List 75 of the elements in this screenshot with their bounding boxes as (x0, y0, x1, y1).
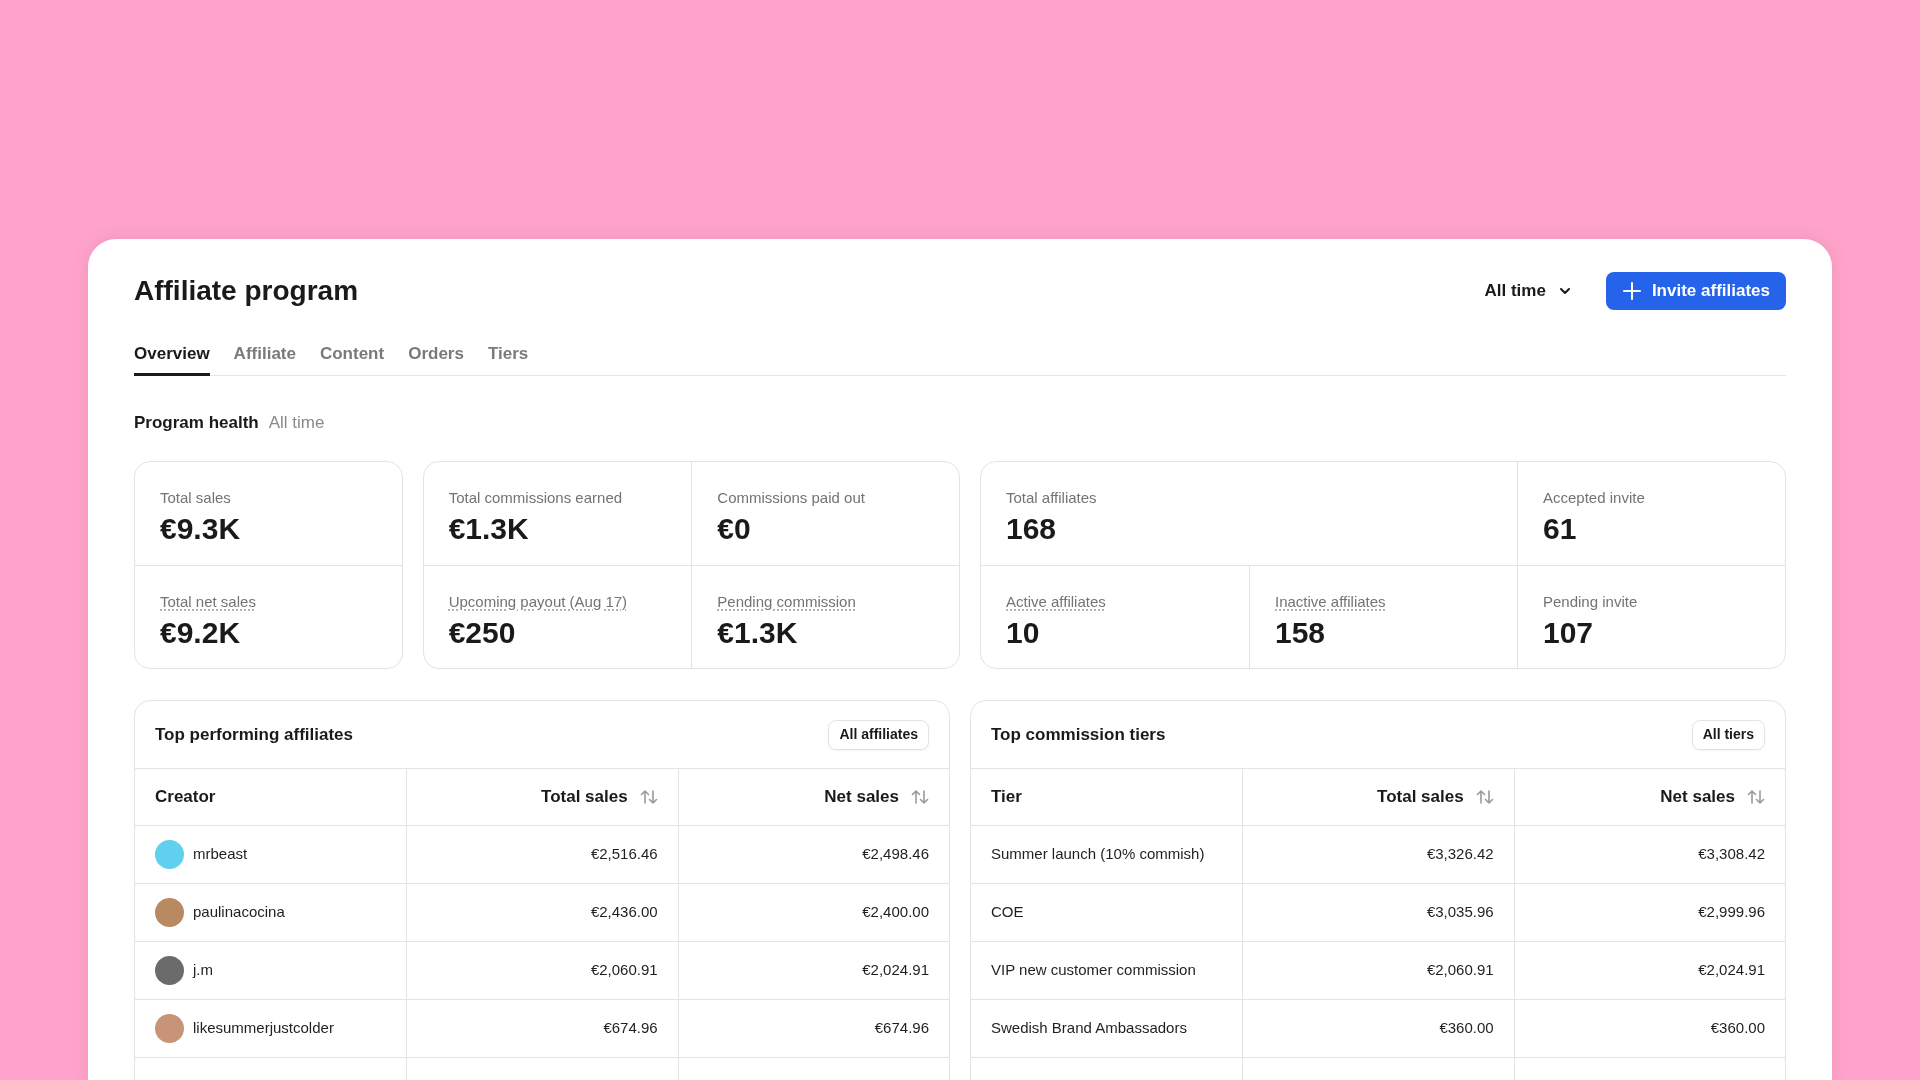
view-all-button[interactable]: All affiliates (828, 719, 929, 750)
table-cell-text: €2,498.46 (862, 844, 929, 865)
stat-value: 158 (1275, 614, 1327, 651)
invite-button[interactable]: Invite affiliates (1605, 272, 1786, 310)
stat-label: Total commissions earned (448, 488, 623, 508)
stat-value: 168 (1006, 510, 1058, 547)
stat-value: €1.3K (448, 510, 530, 547)
table-cell-text: €2,024.91 (1698, 960, 1765, 981)
table-cell-text: €2,060.91 (590, 960, 658, 981)
avatar (155, 956, 184, 985)
column-header[interactable]: Net sales (824, 784, 929, 810)
avatar (155, 840, 184, 869)
table-cell-text: COE (991, 902, 1024, 923)
stat-value: 107 (1543, 614, 1595, 651)
stat-value: €9.2K (160, 614, 242, 651)
table-cell-text: €3,326.42 (1426, 844, 1494, 865)
stat-value: 61 (1543, 510, 1578, 547)
tab[interactable]: Tiers (487, 341, 529, 376)
stat-label: Total net sales (160, 592, 256, 612)
stat-label: Total affiliates (1006, 488, 1097, 508)
table-cell-text: €2,999.96 (1698, 902, 1765, 923)
table-cell-text: €674.96 (603, 1018, 658, 1039)
sort-icon (1475, 790, 1494, 804)
tab[interactable]: Orders (408, 341, 464, 376)
stat-value: €0 (717, 510, 752, 547)
table-cell-text: €360.00 (1710, 1018, 1765, 1039)
stat-label: Pending commission (717, 592, 856, 612)
view-all-button[interactable]: All tiers (1691, 719, 1765, 750)
stat-label: Commissions paid out (717, 488, 865, 508)
section-subtitle: All time (268, 411, 325, 434)
stat-label: Upcoming payout (Aug 17) (448, 592, 628, 612)
stat-label: Pending invite (1543, 592, 1638, 612)
stat-value: €250 (448, 614, 517, 651)
table-cell-text: €2,516.46 (590, 844, 658, 865)
table-cell-text: €2,060.91 (1426, 960, 1494, 981)
plus-icon (1621, 281, 1642, 301)
table-cell-text: €2,024.91 (862, 960, 929, 981)
column-header[interactable]: Creator (155, 784, 216, 810)
table-cell-text: VIP new customer commission (991, 960, 1196, 981)
section-title: Program health (134, 411, 259, 434)
sort-icon (639, 790, 658, 804)
column-header[interactable]: Total sales (541, 784, 658, 810)
stat-value: €9.3K (160, 510, 242, 547)
table-cell-text: €674.96 (874, 1018, 929, 1039)
table-cell-text: €360.00 (1439, 1018, 1494, 1039)
stat-label: Accepted invite (1543, 488, 1645, 508)
tab[interactable]: Overview (134, 341, 210, 376)
table-cell-text: €2,400.00 (862, 902, 929, 923)
stat-value: 10 (1006, 614, 1041, 651)
sort-icon (911, 790, 929, 804)
table-cell-text: likesummerjustcolder (193, 1018, 334, 1039)
page-title: Affiliate program (134, 274, 359, 308)
stat-label: Total sales (160, 488, 231, 508)
tab[interactable]: Affiliate (233, 341, 296, 376)
table-title: Top commission tiers (991, 723, 1166, 746)
column-header[interactable]: Total sales (1377, 784, 1494, 810)
period-dropdown[interactable]: All time (1484, 278, 1572, 304)
table-cell-text: j.m (193, 960, 213, 981)
avatar (155, 898, 184, 927)
table-cell-text: €3,035.96 (1426, 902, 1494, 923)
table-cell-text: paulinacocina (193, 902, 285, 923)
sort-icon (1747, 790, 1765, 804)
table-title: Top performing affiliates (155, 723, 354, 746)
table-cell-text: Summer launch (10% commish) (991, 844, 1205, 865)
stat-label: Inactive affiliates (1275, 592, 1386, 612)
table-cell-text: €3,308.42 (1698, 844, 1765, 865)
avatar (155, 1014, 184, 1043)
tab[interactable]: Content (319, 341, 385, 376)
stat-value: €1.3K (717, 614, 799, 651)
table-cell-text: €2,436.00 (590, 902, 658, 923)
column-header[interactable]: Net sales (1660, 784, 1765, 810)
stat-label: Active affiliates (1006, 592, 1106, 612)
table-cell-text: Swedish Brand Ambassadors (991, 1018, 1187, 1039)
table-cell-text: mrbeast (193, 844, 248, 865)
column-header[interactable]: Tier (991, 784, 1022, 810)
